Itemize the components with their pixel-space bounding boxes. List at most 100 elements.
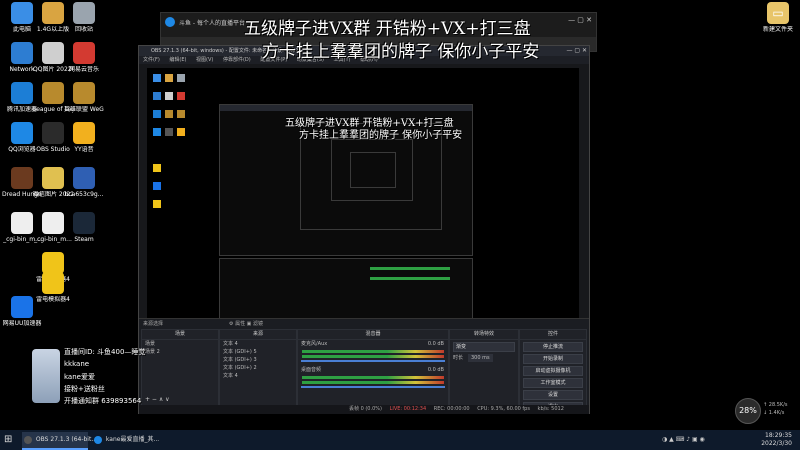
shortcut-icon [73, 167, 95, 189]
preview-overlay-line2: 方卡挂上羣羣团的牌子 保你小子平安 [299, 130, 463, 141]
source-item[interactable]: 文本 4 [220, 340, 296, 348]
virtual-camera-button[interactable]: 启动虚拟摄像机 [523, 366, 583, 376]
sources-title: 来源 [220, 330, 296, 340]
studio-mode-button[interactable]: 工作室模式 [523, 378, 583, 388]
document-icon [42, 212, 64, 234]
new-folder-icon: ▭ [767, 2, 789, 24]
mixer-dock: 混音器 麦克风/Aux 0.0 dB 桌面音频 0.0 dB [297, 329, 449, 406]
source-item[interactable]: 文本 (GDI+) 2 [220, 364, 296, 372]
volume-slider[interactable] [301, 360, 445, 362]
nested-docks [219, 258, 473, 320]
download-speed: ↓ 1.4K/s [763, 410, 785, 416]
scenes-title: 场景 [142, 330, 218, 340]
desktop-icon[interactable]: bca653c9g... [64, 167, 104, 198]
uu-icon [11, 296, 33, 318]
desktop-icon-label: 回收站 [74, 26, 93, 33]
window-controls[interactable]: — ▢ ✕ [566, 46, 587, 56]
menu-docks[interactable]: 停靠部件(D) [223, 57, 251, 63]
emulator-icon [42, 272, 64, 294]
qq-browser-icon [11, 122, 33, 144]
duration-row: 时长 300 ms [450, 354, 518, 362]
sources-dock: 来源 文本 4 文本 (GDI+) 5 文本 (GDI+) 3 文本 (GDI+… [219, 329, 297, 406]
transition-select[interactable]: 渐变 [453, 342, 515, 352]
taskbar-browser[interactable]: kane最爱直播_其... [92, 432, 159, 448]
desktop-icon-label: bca653c9g... [64, 191, 104, 198]
tray-icons[interactable]: ◑ ▲ ⌨ ♪ ▣ ◉ [662, 436, 705, 443]
obs-icon [24, 435, 32, 444]
desktop-icon[interactable]: 网易云音乐 [64, 42, 104, 73]
desktop-icon-label: Steam [74, 236, 94, 243]
desktop-icon-label: 网易UU加速器 [2, 320, 42, 327]
desktop-icon[interactable]: 英雄联盟 WeGame版 [64, 82, 104, 113]
image-file-icon [42, 167, 64, 189]
computer-icon [11, 2, 33, 24]
steam-icon [73, 212, 95, 234]
clock[interactable]: 18:29:35 2022/3/30 [761, 432, 792, 448]
desktop-icon-label: 英雄联盟 WeGame版 [64, 106, 104, 113]
taskbar: ⊞ OBS 27.1.3 (64-bit... kane最爱直播_其... ◑ … [0, 430, 800, 450]
streamer-notice: 接粉+送粉丝 [64, 385, 105, 393]
start-button[interactable]: ⊞ [4, 432, 18, 448]
taskbar-obs[interactable]: OBS 27.1.3 (64-bit... [22, 432, 97, 450]
mixer-channel-name: 桌面音频 [301, 367, 322, 373]
preview-desktop-icons [153, 74, 217, 314]
taskbar-obs-label: OBS 27.1.3 (64-bit... [35, 436, 98, 443]
document-icon [11, 212, 33, 234]
network-icon [11, 42, 33, 64]
status-live: LIVE: 00:12:34 [389, 406, 427, 412]
image-file-icon [42, 42, 64, 64]
obs-preview[interactable]: 五级牌子进VX群 开锆粉+VX+打三盘 方卡挂上羣羣团的牌子 保你小子平安 [147, 68, 579, 360]
status-kbps: kb/s: 5012 [537, 406, 564, 412]
start-recording-button[interactable]: 开始录制 [523, 354, 583, 364]
controls-dock: 控件 停止推流 开始录制 启动虚拟摄像机 工作室模式 设置 退出 [519, 329, 587, 412]
desktop-icon[interactable]: 回收站 [64, 2, 104, 33]
menu-edit[interactable]: 编辑(E) [169, 57, 186, 63]
source-item[interactable]: 文本 (GDI+) 5 [220, 348, 296, 356]
mixer-channel: 麦克风/Aux 0.0 dB [298, 340, 448, 348]
overlay-caption-line2: 方卡挂上羣羣团的牌子 保你小子平安 [262, 42, 540, 62]
scene-toolbar[interactable]: + − ∧ ∨ [145, 396, 170, 403]
menu-file[interactable]: 文件(F) [143, 57, 160, 63]
stop-stream-button[interactable]: 停止推流 [523, 342, 583, 352]
scenes-dock: 场景 场景 场景 2 + − ∧ ∨ [141, 329, 219, 406]
mixer-title: 混音器 [298, 330, 448, 340]
desktop-icon[interactable]: 雷电模拟器4 [33, 272, 73, 303]
duration-input[interactable]: 300 ms [468, 354, 493, 362]
mixer-meter [302, 376, 444, 379]
desktop-icon[interactable]: YY语音 [64, 122, 104, 153]
controls-title: 控件 [520, 330, 586, 340]
performance-widget[interactable]: 28% ↑ 28.5K/s ↓ 1.4K/s [735, 398, 795, 424]
streamer-name: kkkane [64, 360, 90, 368]
nested-capture-3 [331, 139, 413, 201]
desktop-icon-label: 新建文件夹 [762, 26, 793, 33]
folder-icon [42, 2, 64, 24]
desktop-icon[interactable]: Steam [64, 212, 104, 243]
source-item[interactable]: 文本 4 [220, 372, 296, 380]
overlay-caption-line1: 五级牌子进VX群 开锆粉+VX+打三盘 [244, 19, 531, 39]
cpu-usage-circle: 28% [735, 398, 761, 424]
new-folder-desktop-icon[interactable]: ▭ 新建文件夹 [758, 2, 798, 33]
desktop-icon-label: 雷电模拟器4 [36, 296, 70, 303]
volume-slider[interactable] [301, 386, 445, 388]
window-controls[interactable]: — ▢ ✕ [568, 16, 592, 24]
settings-button[interactable]: 设置 [523, 390, 583, 400]
status-rec: REC: 00:00:00 [433, 406, 470, 412]
desktop-icon-label: 网易云音乐 [68, 66, 99, 73]
emulator-icon [42, 252, 64, 274]
accelerator-icon [11, 82, 33, 104]
qq-browser-icon [165, 17, 175, 27]
lol-icon [42, 82, 64, 104]
mixer-meter [302, 381, 444, 384]
mixer-channel-level: 0.0 dB [427, 367, 444, 373]
obs-window[interactable]: OBS 27.1.3 (64-bit, windows) - 配置文件: 未命名… [138, 45, 590, 414]
obs-icon [42, 122, 64, 144]
taskbar-browser-label: kane最爱直播_其... [105, 436, 160, 443]
menu-view[interactable]: 视图(V) [196, 57, 213, 63]
mixer-channel-name: 麦克风/Aux [301, 341, 328, 347]
scene-item[interactable]: 场景 2 [142, 348, 218, 356]
transitions-title: 转场特效 [450, 330, 518, 340]
clock-time: 18:29:35 [765, 432, 792, 439]
mixer-channel: 桌面音频 0.0 dB [298, 366, 448, 374]
source-item[interactable]: 文本 (GDI+) 3 [220, 356, 296, 364]
scene-item[interactable]: 场景 [142, 340, 218, 348]
